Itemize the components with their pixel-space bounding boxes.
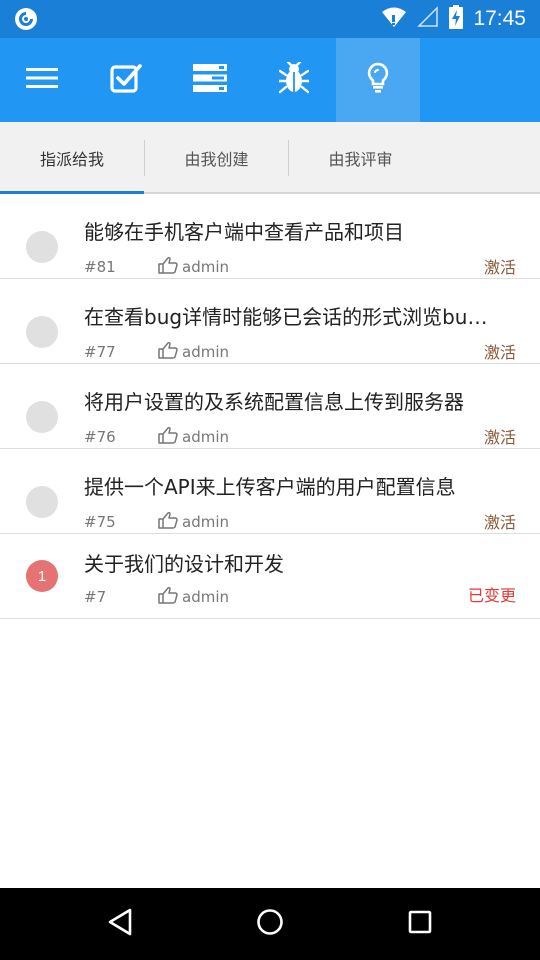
thumb-pointing-icon (158, 586, 178, 608)
lightbulb-story-icon (367, 62, 389, 98)
list-item[interactable]: 提供一个API来上传客户端的用户配置信息 #75 admin 激活 (0, 449, 540, 534)
item-meta: #75 admin (84, 511, 229, 533)
item-username: admin (182, 513, 229, 531)
back-triangle-icon (107, 908, 133, 940)
tab-created-by-me[interactable]: 由我创建 (145, 122, 288, 194)
item-meta: #76 admin (84, 426, 229, 448)
clock-time: 17:45 (473, 7, 526, 30)
tab-label: 指派给我 (39, 150, 104, 169)
top-toolbar (0, 38, 540, 122)
system-nav-bar (0, 888, 540, 960)
list-item[interactable]: 将用户设置的及系统配置信息上传到服务器 #76 admin 激活 (0, 364, 540, 449)
item-status: 激活 (483, 513, 516, 532)
back-button[interactable] (96, 900, 144, 948)
item-user: admin (158, 511, 229, 533)
recents-button[interactable] (396, 900, 444, 948)
item-title: 能够在手机客户端中查看产品和项目 (84, 220, 404, 244)
wifi-icon (381, 6, 407, 32)
tasks-button[interactable] (84, 38, 168, 122)
item-user: admin (158, 426, 229, 448)
item-status: 激活 (483, 258, 516, 277)
products-button[interactable] (168, 38, 252, 122)
item-title: 将用户设置的及系统配置信息上传到服务器 (84, 390, 464, 414)
item-username: admin (182, 588, 229, 606)
item-title: 提供一个API来上传客户端的用户配置信息 (84, 475, 456, 499)
item-id: #75 (84, 513, 116, 531)
checkbox-task-icon (110, 63, 142, 97)
home-button[interactable] (246, 900, 294, 948)
unread-badge: 1 (26, 560, 58, 592)
tab-reviewed-by-me[interactable]: 由我评审 (289, 122, 432, 194)
battery-charging-icon (449, 5, 464, 33)
tab-label: 由我创建 (184, 150, 249, 169)
stories-button[interactable] (336, 38, 420, 122)
thumb-pointing-icon (158, 256, 178, 278)
recents-square-icon (408, 910, 432, 938)
story-list: 能够在手机客户端中查看产品和项目 #81 admin 激活 在查看bug详情时能… (0, 194, 540, 619)
item-username: admin (182, 428, 229, 446)
status-dot (26, 401, 58, 433)
item-status: 激活 (483, 343, 516, 362)
item-status: 激活 (483, 428, 516, 447)
bugs-button[interactable] (252, 38, 336, 122)
app-logo-icon (14, 7, 38, 31)
item-title: 在查看bug详情时能够已会话的形式浏览bug历史 (84, 305, 499, 329)
thumb-pointing-icon (158, 511, 178, 533)
cell-signal-icon (417, 6, 439, 32)
item-id: #77 (84, 343, 116, 361)
item-user: admin (158, 586, 229, 608)
thumb-pointing-icon (158, 341, 178, 363)
item-user: admin (158, 256, 229, 278)
filter-tabs: 指派给我 由我创建 由我评审 (0, 122, 540, 194)
item-id: #76 (84, 428, 116, 446)
status-dot (26, 486, 58, 518)
tab-assigned-to-me[interactable]: 指派给我 (0, 122, 144, 194)
bug-icon (277, 60, 311, 98)
item-id: #81 (84, 258, 116, 276)
status-bar: 17:45 (0, 0, 540, 38)
item-meta: #77 admin (84, 341, 229, 363)
item-status: 已变更 (467, 586, 516, 605)
status-dot (26, 231, 58, 263)
status-dot (26, 316, 58, 348)
server-list-icon (193, 64, 227, 96)
item-username: admin (182, 343, 229, 361)
home-circle-icon (256, 908, 284, 940)
item-id: #7 (84, 588, 107, 606)
item-username: admin (182, 258, 229, 276)
item-meta: #81 admin (84, 256, 229, 278)
menu-icon (26, 66, 58, 94)
list-item[interactable]: 在查看bug详情时能够已会话的形式浏览bug历史 #77 admin 激活 (0, 279, 540, 364)
list-item[interactable]: 1 关于我们的设计和开发 #7 admin 已变更 (0, 534, 540, 619)
tab-label: 由我评审 (328, 150, 393, 169)
list-item[interactable]: 能够在手机客户端中查看产品和项目 #81 admin 激活 (0, 194, 540, 279)
item-meta: #7 admin (84, 586, 229, 608)
menu-button[interactable] (0, 38, 84, 122)
thumb-pointing-icon (158, 426, 178, 448)
item-title: 关于我们的设计和开发 (84, 552, 284, 576)
item-user: admin (158, 341, 229, 363)
